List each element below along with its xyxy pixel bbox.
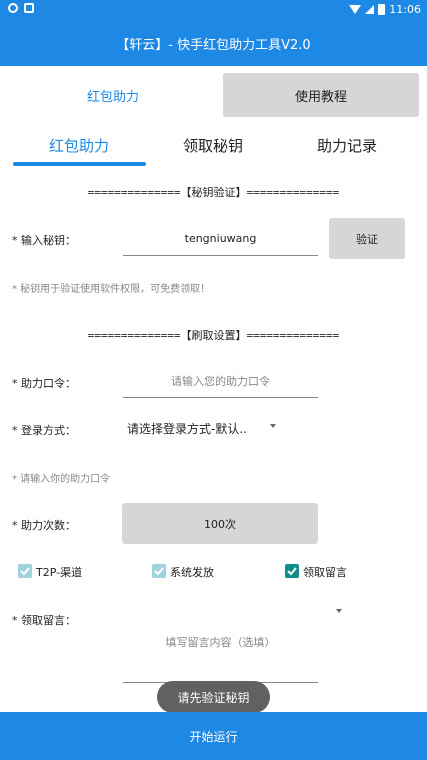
key-hint: * 秘钥用于验证使用软件权限，可免费领取！ bbox=[12, 284, 211, 295]
subtab-red-packet-help[interactable]: 红包助力 bbox=[12, 130, 146, 160]
message-placeholder: 填写留言内容（选填） bbox=[165, 636, 276, 649]
tab-indicator bbox=[13, 162, 146, 166]
app-bar: 【轩云】- 快手红包助力工具V2.0 bbox=[0, 20, 427, 66]
command-label: * 助力口令： bbox=[12, 377, 76, 390]
login-dropdown-icon[interactable] bbox=[270, 424, 276, 428]
command-input[interactable]: 请输入您的助力口令 bbox=[123, 364, 318, 398]
key-input[interactable]: tengniuwang bbox=[123, 222, 318, 256]
verify-button[interactable]: 验证 bbox=[329, 218, 405, 259]
count-label: * 助力次数： bbox=[12, 519, 76, 532]
signal-icon bbox=[365, 5, 375, 14]
tab-red-packet-help[interactable]: 红包助力 bbox=[8, 73, 218, 117]
toast-message: 请先验证秘钥 bbox=[157, 681, 270, 713]
checkbox-t2p[interactable] bbox=[18, 564, 32, 578]
checkbox-system-label: 系统发放 bbox=[170, 566, 214, 579]
message-label: * 领取留言： bbox=[12, 614, 76, 627]
check-icon bbox=[20, 567, 30, 576]
checkbox-message-label: 领取留言 bbox=[303, 566, 347, 579]
count-button[interactable]: 100次 bbox=[122, 503, 318, 544]
top-tabs: 红包助力 使用教程 bbox=[0, 66, 427, 122]
sub-tabs: 红包助力 领取秘钥 助力记录 bbox=[0, 122, 427, 168]
login-label: * 登录方式： bbox=[12, 424, 76, 437]
checkbox-row: T2P-渠道 系统发放 领取留言 bbox=[0, 562, 427, 582]
subtab-help-records[interactable]: 助力记录 bbox=[280, 130, 414, 160]
app-title: 【轩云】- 快手红包助力工具V2.0 bbox=[116, 37, 311, 53]
battery-icon bbox=[378, 4, 386, 15]
status-time: 11:06 bbox=[389, 3, 421, 16]
start-button[interactable]: 开始运行 bbox=[0, 712, 427, 760]
tab-tutorial[interactable]: 使用教程 bbox=[223, 73, 419, 117]
settings-section-title: ==============【刷取设置】============== bbox=[87, 329, 340, 342]
subtab-get-key[interactable]: 领取秘钥 bbox=[146, 130, 280, 160]
checkbox-message[interactable] bbox=[285, 564, 299, 578]
key-section-title: ==============【秘钥验证】============== bbox=[87, 186, 340, 199]
message-dropdown-icon[interactable] bbox=[336, 609, 342, 613]
wifi-icon bbox=[349, 5, 362, 14]
status-bar: 11:06 bbox=[0, 0, 427, 20]
check-icon bbox=[287, 567, 297, 576]
login-select[interactable]: 请选择登录方式-默认.. bbox=[127, 420, 247, 437]
notification-icon bbox=[24, 3, 34, 13]
key-label: * 输入秘钥： bbox=[12, 234, 76, 247]
checkbox-t2p-label: T2P-渠道 bbox=[36, 566, 83, 579]
message-input[interactable]: 填写留言内容（选填） bbox=[123, 625, 318, 683]
checkbox-system[interactable] bbox=[152, 564, 166, 578]
check-icon bbox=[154, 567, 164, 576]
record-icon bbox=[8, 3, 18, 13]
command-hint: * 请输入你的助力口令 bbox=[12, 474, 111, 485]
